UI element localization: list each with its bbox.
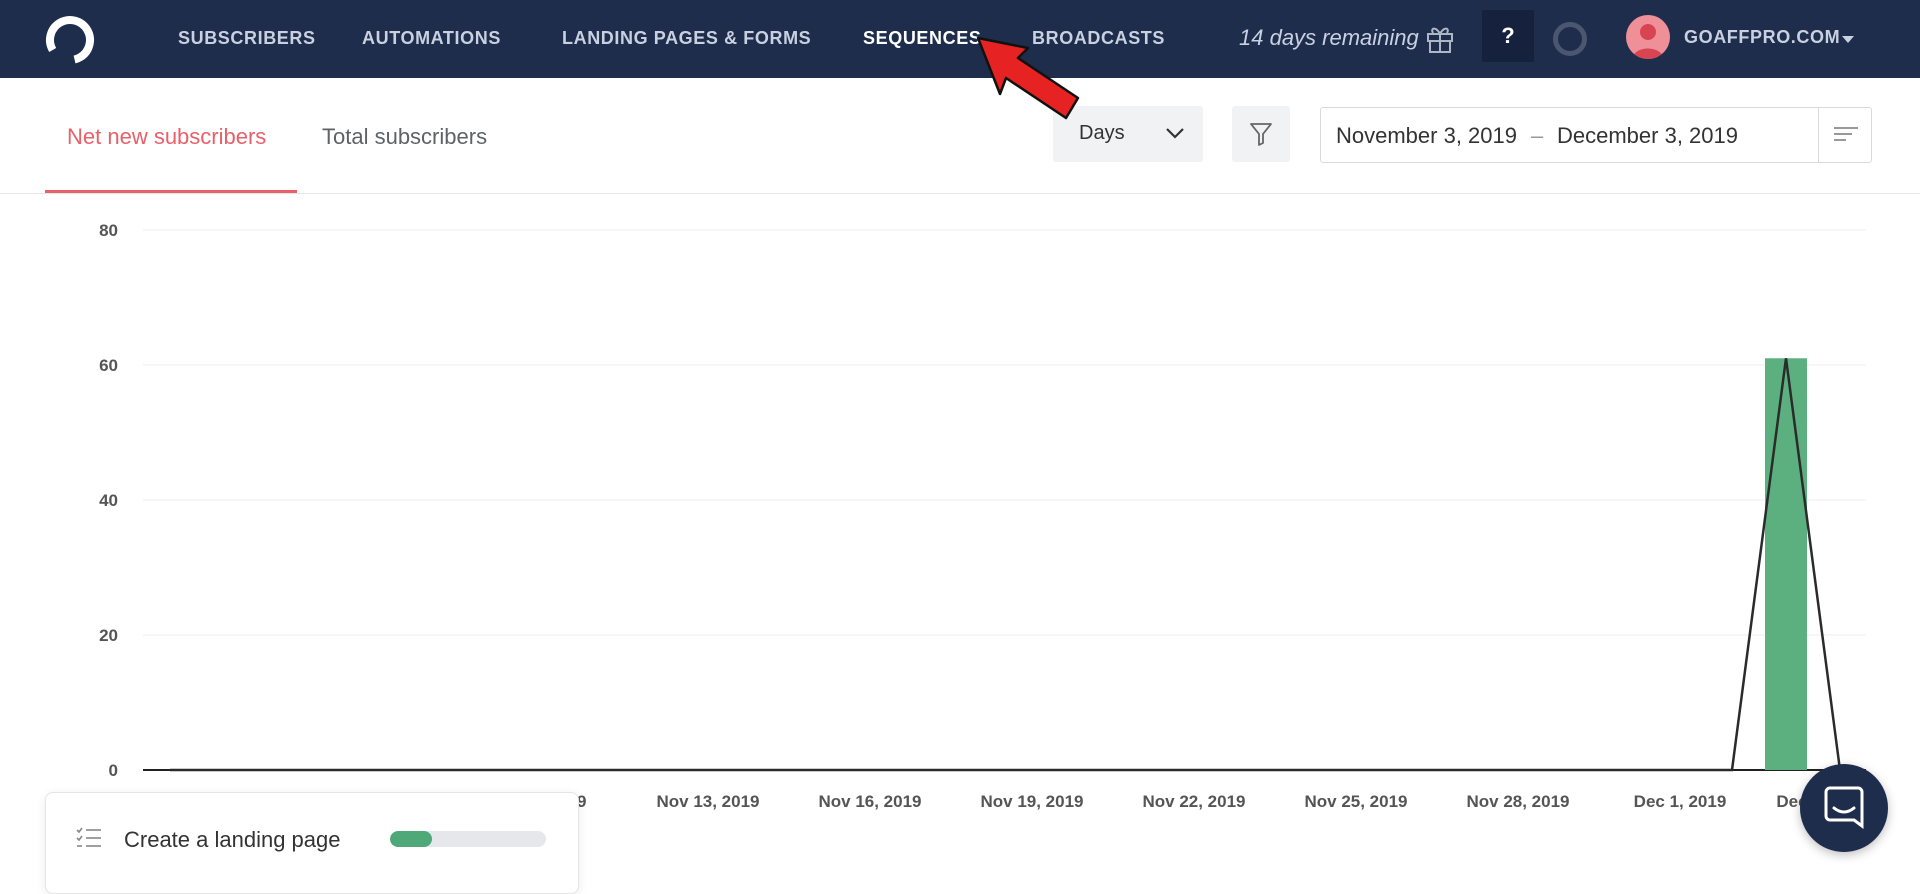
nav-subscribers[interactable]: SUBSCRIBERS [178,28,316,49]
interval-select-label: Days [1079,122,1125,144]
y-tick-label: 20 [99,626,118,645]
nav-sequences[interactable]: SEQUENCES [863,28,981,49]
gift-icon[interactable] [1424,22,1456,54]
chat-launcher-button[interactable] [1800,764,1888,852]
account-menu[interactable]: GOAFFPRO.COM [1684,27,1840,48]
help-button[interactable]: ? [1482,10,1534,62]
trial-remaining-text[interactable]: 14 days remaining [1239,25,1419,51]
chat-icon [1824,786,1864,829]
status-ring-icon [1553,22,1587,56]
chevron-down-icon [1166,128,1184,139]
series-line [170,358,1842,772]
x-tick-label: Nov 28, 2019 [1466,792,1569,811]
x-tick-label: Nov 25, 2019 [1304,792,1407,811]
x-tick-label: Nov 13, 2019 [656,792,759,811]
nav-automations[interactable]: AUTOMATIONS [362,28,501,49]
date-range-end[interactable]: December 3, 2019 [1557,123,1738,149]
logo-icon[interactable] [44,14,96,66]
filter-button[interactable] [1232,106,1290,162]
bar [1765,358,1807,770]
checklist-task-label[interactable]: Create a landing page [124,827,341,853]
filter-icon [1250,123,1272,146]
x-tick-label: Nov 16, 2019 [818,792,921,811]
checklist-progress-fill [390,831,433,847]
x-tick-label: Nov 19, 2019 [980,792,1083,811]
tab-net-new-subscribers[interactable]: Net new subscribers [67,124,266,150]
menu-lines-icon [1834,127,1858,141]
onboarding-checklist[interactable]: Create a landing page [45,792,579,894]
y-tick-label: 60 [99,356,118,375]
top-navigation: SUBSCRIBERS AUTOMATIONS LANDING PAGES & … [0,0,1920,78]
date-range-picker[interactable]: November 3, 2019 – December 3, 2019 [1320,107,1872,163]
subscribers-chart: 02040608019Nov 13, 2019Nov 16, 2019Nov 1… [99,221,1866,811]
avatar[interactable] [1626,15,1670,59]
y-tick-label: 40 [99,491,118,510]
tab-total-subscribers[interactable]: Total subscribers [322,124,487,150]
chevron-down-icon[interactable] [1842,36,1854,43]
annotation-arrow-icon [976,36,1080,120]
checklist-icon [76,827,101,847]
y-tick-label: 0 [109,761,118,780]
y-tick-label: 80 [99,221,118,240]
date-range-start[interactable]: November 3, 2019 [1336,123,1517,149]
report-toolbar: Net new subscribers Total subscribers Da… [0,78,1920,194]
nav-landing-pages-forms[interactable]: LANDING PAGES & FORMS [562,28,811,49]
checklist-progress-bar [390,831,546,847]
x-tick-label: Dec 1, 2019 [1634,792,1727,811]
date-presets-button[interactable] [1818,108,1871,162]
date-range-separator: – [1531,123,1544,148]
x-tick-label: Nov 22, 2019 [1142,792,1245,811]
